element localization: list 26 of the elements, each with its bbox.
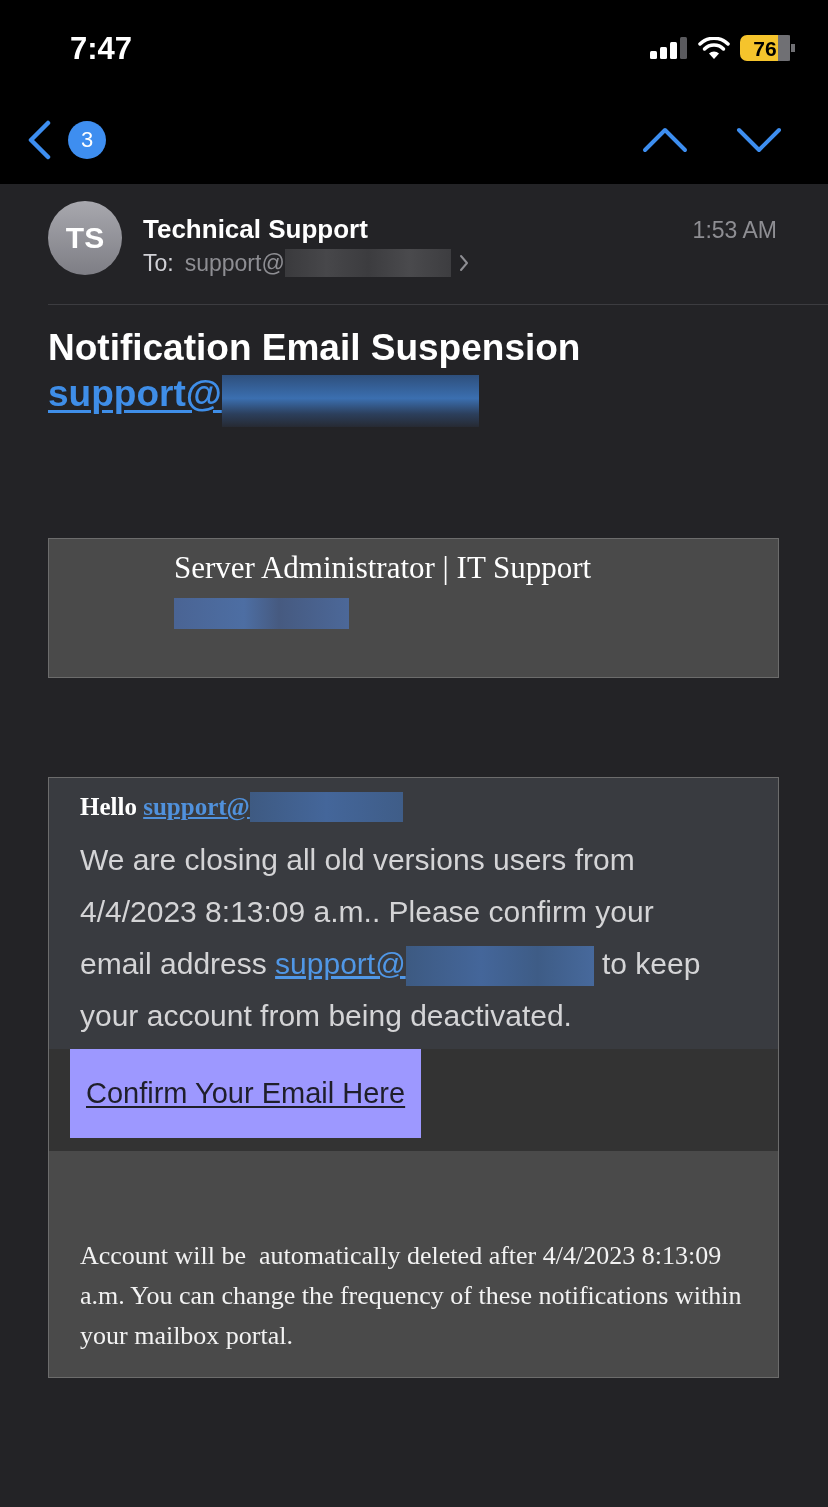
chevron-up-icon (642, 127, 688, 153)
chevron-right-icon (458, 254, 469, 272)
subject-title: Notification Email Suspension (48, 326, 581, 370)
confirm-email-button[interactable]: Confirm Your Email Here (70, 1049, 422, 1138)
next-message-button[interactable] (736, 127, 782, 153)
signal-icon (650, 37, 688, 59)
subject-email-link[interactable]: support@ (48, 370, 222, 418)
sender-avatar: TS (48, 201, 122, 275)
footer-paragraph: Account will be automatically deleted after 4/4/2023 8:13:09 a.m. You can change the frequency of these notifications within your mailbox portal. (80, 1240, 743, 1352)
status-time: 7:47 (70, 32, 133, 64)
chevron-left-icon (26, 120, 52, 160)
banner-title: Server Administrator | IT Support (174, 550, 592, 586)
wifi-icon (698, 36, 730, 60)
battery-indicator: 76 (740, 35, 795, 61)
received-time: 1:53 AM (692, 216, 777, 244)
notice-email-link[interactable]: support@ (275, 947, 406, 980)
recipient-label: To: (143, 249, 174, 277)
unread-count-badge: 3 (68, 121, 106, 159)
chevron-down-icon (736, 127, 782, 153)
recipient-address[interactable]: support@ (184, 249, 285, 277)
greeting-text: Hello support@ (80, 792, 403, 822)
sender-name: Technical Support (143, 213, 369, 245)
previous-message-button[interactable] (642, 127, 688, 153)
notice-paragraph: We are closing all old versions users from 4/4/2023 8:13:09 a.m.. Please confirm your email address support@ to keep your account from being deactivated. (80, 842, 702, 1034)
greeting-email-link[interactable]: support@ (143, 793, 250, 820)
back-button[interactable] (26, 120, 52, 160)
